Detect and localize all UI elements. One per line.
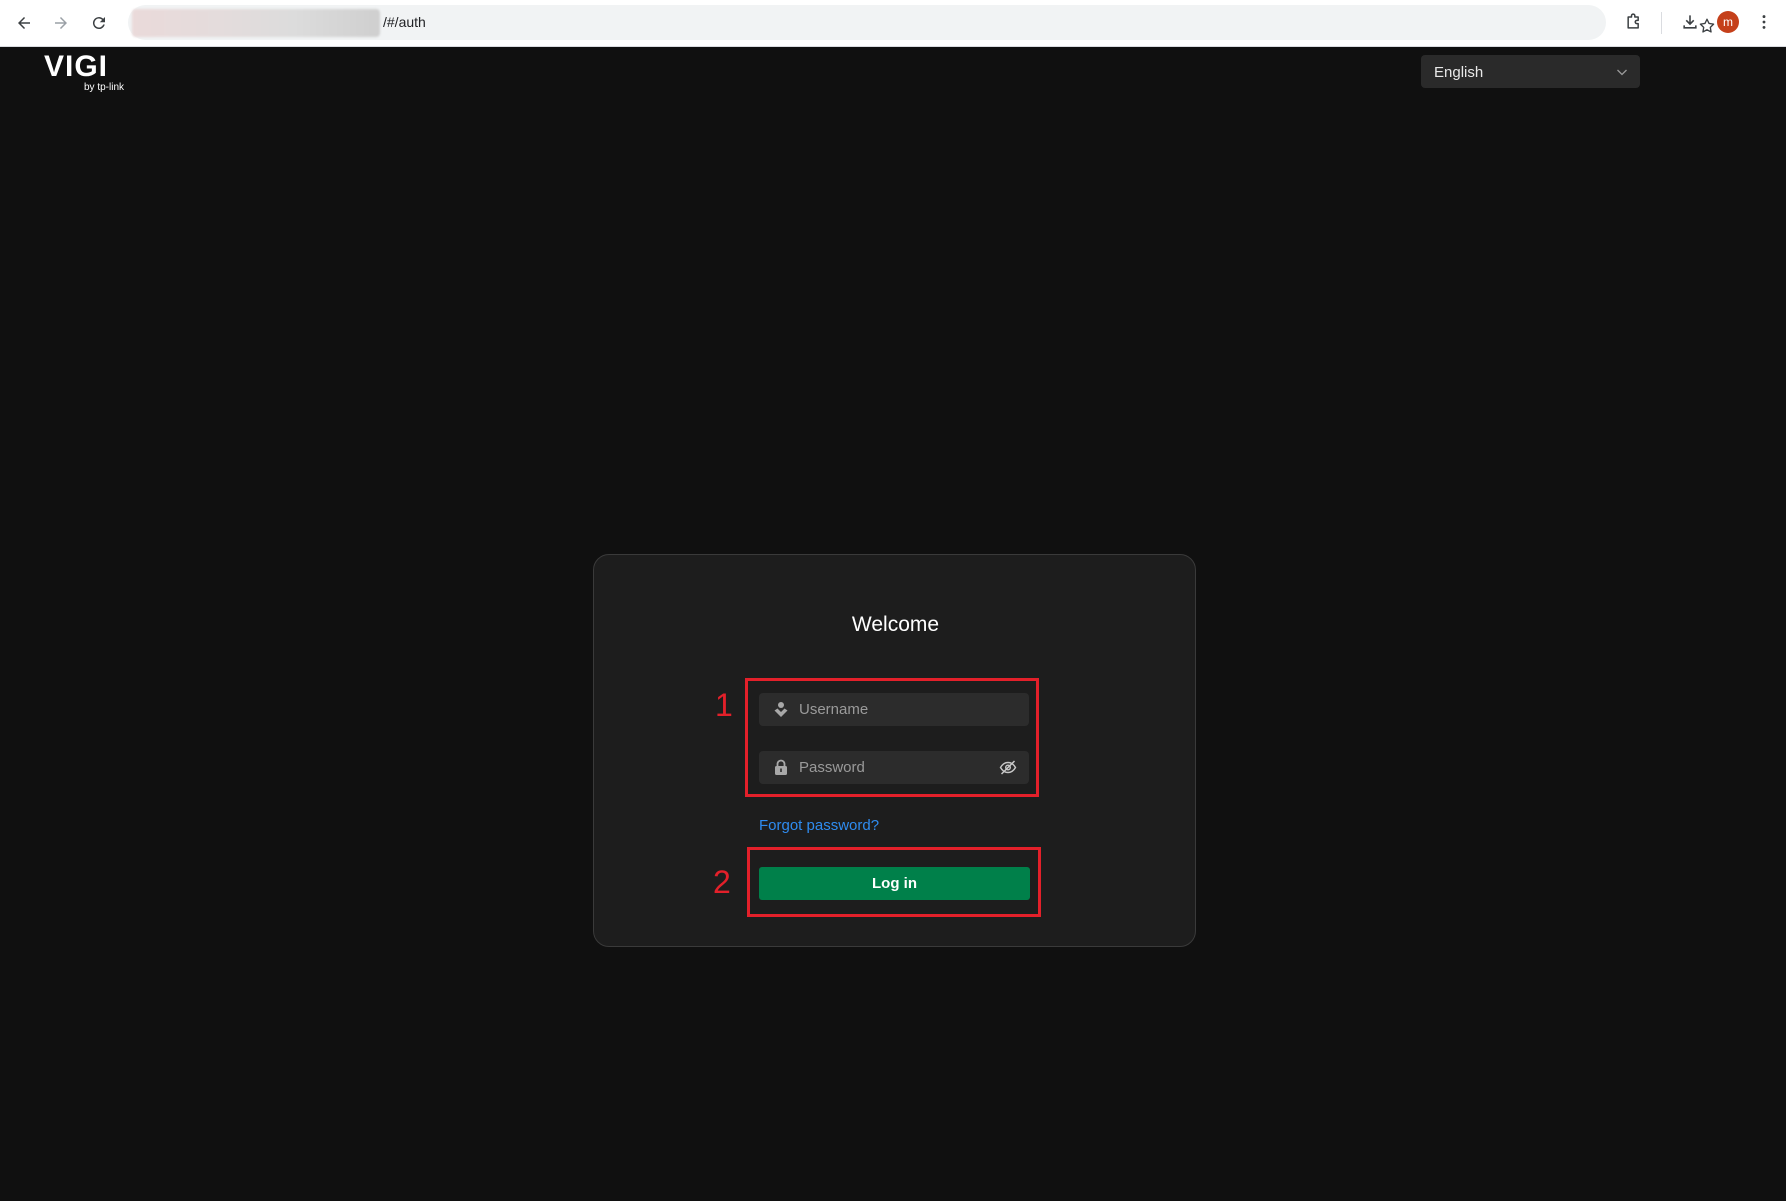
forward-arrow-icon [55, 17, 67, 29]
browser-menu-icon[interactable] [1753, 11, 1775, 33]
toolbar-divider [1661, 12, 1662, 34]
reload-button[interactable] [86, 10, 112, 36]
download-icon[interactable] [1679, 11, 1701, 33]
language-select[interactable]: English [1421, 55, 1640, 88]
logo-sub-text: by tp-link [83, 82, 124, 93]
reload-icon [92, 17, 105, 30]
annotation-number-1: 1 [715, 687, 733, 723]
forward-button[interactable] [48, 10, 74, 36]
extensions-icon[interactable] [1623, 11, 1645, 33]
welcome-title: Welcome [851, 613, 940, 636]
profile-avatar[interactable]: m [1717, 11, 1739, 33]
annotation-box-login [747, 847, 1041, 917]
logo-main-text: VIGI [44, 50, 109, 83]
url-redacted [132, 9, 380, 37]
vigi-logo: VIGI by tp-link [44, 52, 128, 96]
annotation-number-2: 2 [713, 864, 731, 900]
chevron-down-icon [1617, 69, 1627, 76]
back-button[interactable] [11, 10, 37, 36]
back-arrow-icon [18, 17, 30, 29]
annotation-box-credentials [745, 678, 1039, 797]
forgot-password-link[interactable]: Forgot password? [759, 817, 879, 834]
browser-toolbar: /#/auth m [0, 0, 1786, 47]
url-text: /#/auth [383, 14, 426, 30]
language-select-value: English [1434, 64, 1484, 81]
address-bar[interactable]: /#/auth [128, 5, 1715, 40]
